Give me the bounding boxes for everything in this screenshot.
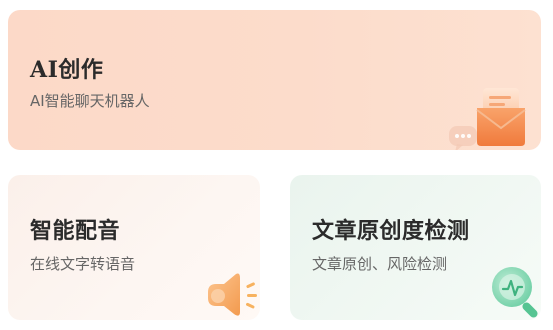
smart-dubbing-card[interactable]: 智能配音 在线文字转语音	[8, 175, 260, 320]
originality-check-title: 文章原创度检测	[312, 218, 470, 244]
envelope-chat-icon	[449, 82, 529, 150]
ai-writing-subtitle: AI智能聊天机器人	[30, 92, 150, 110]
tool-cards-panel: AI创作 AI智能聊天机器人 智能配音 在线文字转语音 文章原创度检测 文章原创…	[0, 0, 553, 330]
ai-writing-card[interactable]: AI创作 AI智能聊天机器人	[8, 10, 541, 150]
originality-check-subtitle: 文章原创、风险检测	[312, 255, 448, 273]
smart-dubbing-title: 智能配音	[30, 218, 121, 244]
smart-dubbing-subtitle: 在线文字转语音	[30, 255, 136, 273]
speaker-icon	[198, 270, 258, 320]
ai-writing-title: AI创作	[30, 57, 104, 83]
magnifier-icon	[488, 263, 541, 320]
originality-check-card[interactable]: 文章原创度检测 文章原创、风险检测	[290, 175, 541, 320]
